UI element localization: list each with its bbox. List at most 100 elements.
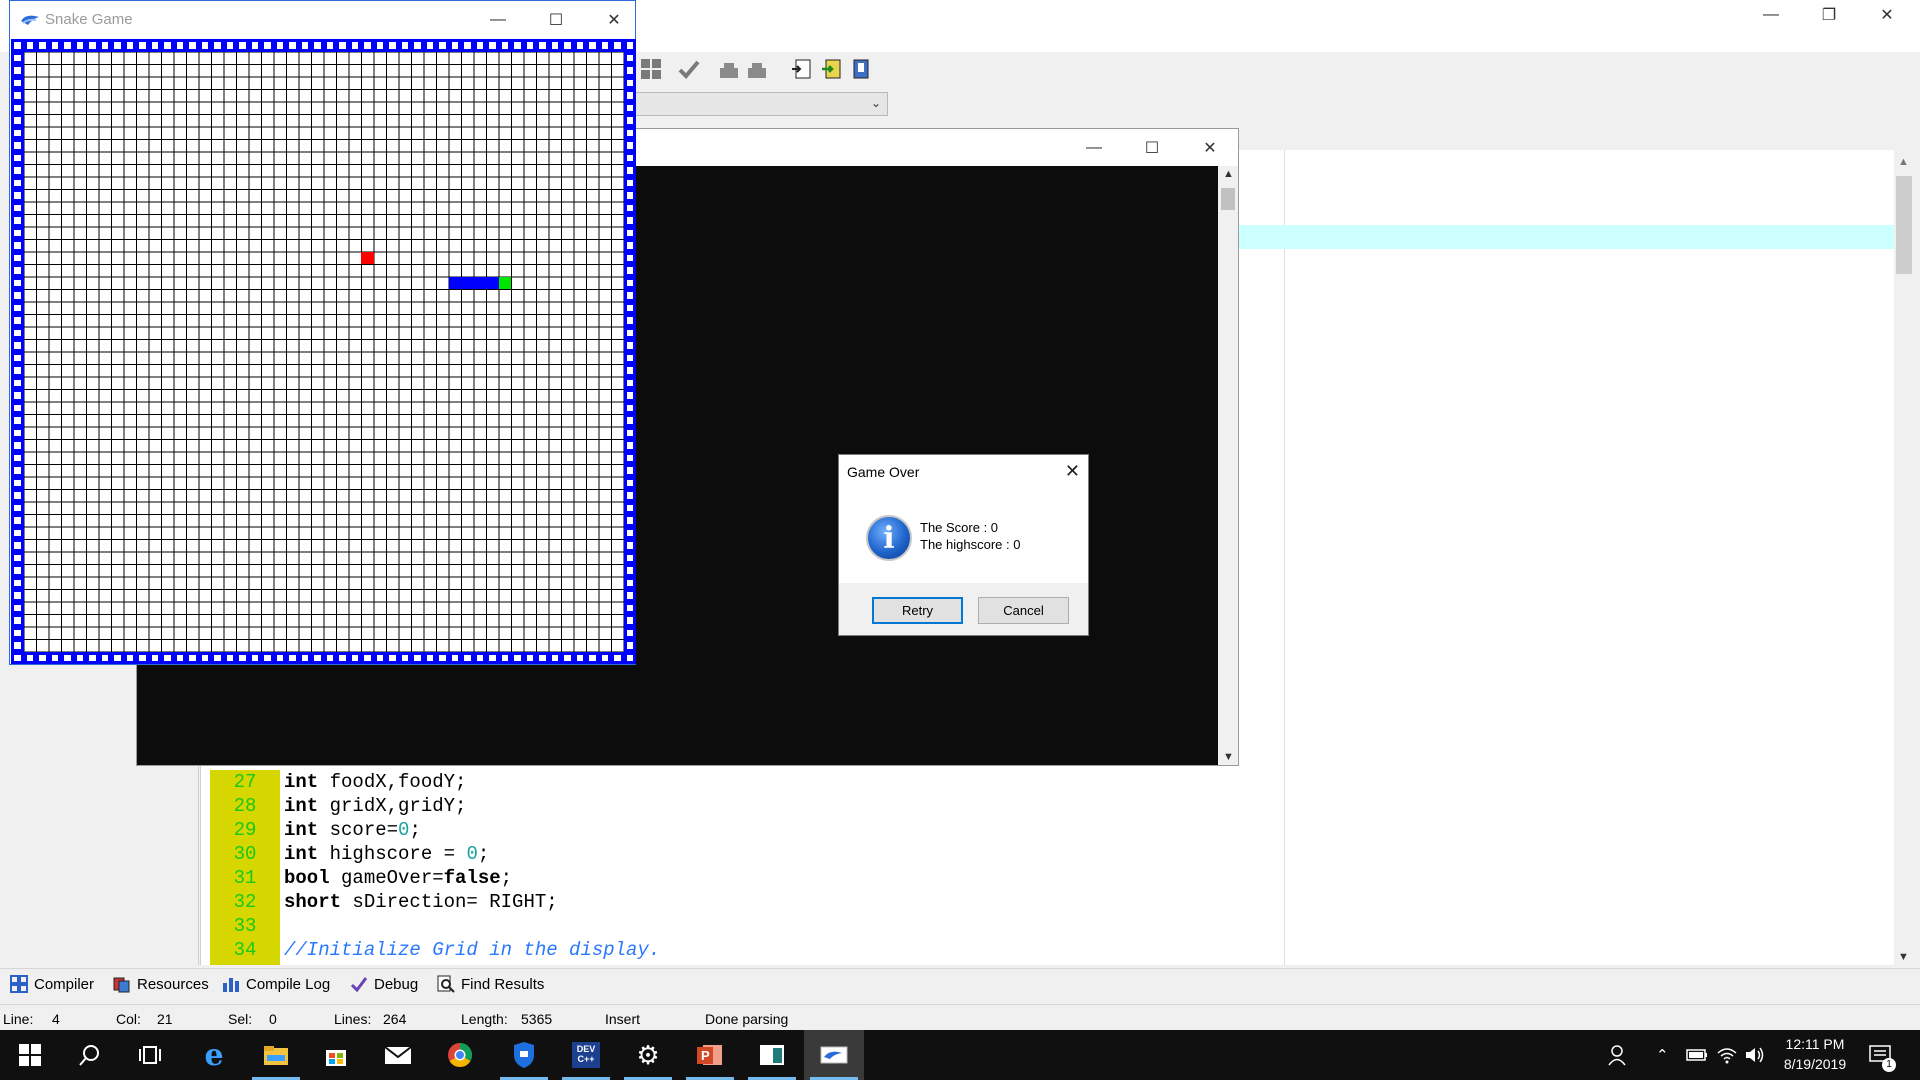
snake-window-title: Snake Game [45,11,133,28]
shield-icon[interactable] [494,1030,554,1080]
border-cell [11,601,24,614]
scroll-up-icon[interactable]: ▲ [1223,168,1234,180]
border-cell [623,114,636,127]
chrome-icon[interactable] [430,1030,490,1080]
console-close-button[interactable]: ✕ [1181,129,1239,166]
scroll-down-icon[interactable]: ▼ [1223,751,1234,763]
scroll-down-icon[interactable]: ▼ [1898,951,1909,963]
indent-icon[interactable] [788,56,814,82]
console-scrollbar[interactable]: ▲ ▼ [1218,166,1238,765]
gear-icon[interactable]: ⚙ [618,1030,678,1080]
snake-game-icon [21,15,39,25]
border-cell [198,39,211,52]
tab-resources[interactable]: Resources [113,973,209,995]
game-grid[interactable] [11,39,636,664]
file-explorer-icon[interactable] [246,1030,306,1080]
code-line[interactable]: 28 int gridX,gridY; [210,794,1110,818]
code-line[interactable]: 29 int score=0; [210,818,1110,842]
border-cell [336,651,349,664]
border-cell [11,501,24,514]
code-line[interactable]: 31 bool gameOver=false; [210,866,1110,890]
mail-icon[interactable] [368,1030,428,1080]
border-cell [623,226,636,239]
close-icon[interactable]: ✕ [1065,461,1080,482]
border-cell [586,651,599,664]
retry-button[interactable]: Retry [872,597,963,624]
line-number: 32 [233,891,257,913]
ide-minimize-button[interactable]: — [1742,0,1800,30]
find-icon [437,975,455,993]
app-window-icon[interactable] [742,1030,802,1080]
border-cell [511,651,524,664]
volume-icon[interactable] [1744,1030,1766,1080]
border-cell [86,39,99,52]
border-cell [86,651,99,664]
border-cell [348,651,361,664]
chevron-up-icon[interactable]: ⌃ [1656,1030,1669,1080]
code-line[interactable]: 30 int highscore = 0; [210,842,1110,866]
check-icon[interactable] [676,56,702,82]
powerpoint-icon[interactable]: P [680,1030,740,1080]
snake-minimize-button[interactable]: — [469,1,527,39]
snake-close-button[interactable]: ✕ [585,1,643,39]
task-view-icon[interactable] [120,1030,180,1080]
scroll-up-icon[interactable]: ▲ [1898,156,1909,168]
windows-start-icon[interactable] [0,1030,60,1080]
battery-icon[interactable] [1686,1030,1708,1080]
code-line[interactable]: 27 int foodX,foodY; [210,770,1110,794]
snake-game-taskbar-icon[interactable] [804,1030,864,1080]
snake-body-cell [473,276,486,289]
border-cell [11,476,24,489]
border-cell [436,39,449,52]
border-cell [148,651,161,664]
console-maximize-button[interactable]: ☐ [1123,129,1181,166]
tab-compile-log[interactable]: Compile Log [222,973,330,995]
border-cell [473,39,486,52]
border-cell [311,39,324,52]
border-cell [11,651,24,664]
code-line[interactable]: 34 //Initialize Grid in the display. [210,938,1110,962]
food-cell [361,251,374,264]
rebuild-icon[interactable] [744,56,770,82]
build-icon[interactable] [716,56,742,82]
tab-compile-log-label: Compile Log [246,975,331,993]
editor-scrollbar[interactable]: ▲ ▼ [1894,150,1914,965]
edge-icon[interactable]: e [184,1030,244,1080]
tab-compiler[interactable]: Compiler [10,973,94,995]
snake-maximize-button[interactable]: ☐ [527,1,585,39]
notification-icon[interactable]: 1 [1868,1030,1896,1080]
scroll-thumb[interactable] [1896,176,1912,274]
border-cell [136,651,149,664]
wifi-icon[interactable] [1716,1030,1738,1080]
taskbar-clock[interactable]: 12:11 PM 8/19/2019 [1770,1034,1860,1074]
line-number: 34 [233,939,257,961]
devcpp-icon[interactable]: DEV C++ [556,1030,616,1080]
console-minimize-button[interactable]: — [1065,129,1123,166]
console-scroll-thumb[interactable] [1221,188,1235,210]
border-cell [261,651,274,664]
ide-close-button[interactable]: ✕ [1858,0,1916,30]
grid-icon[interactable] [638,56,664,82]
ide-function-combo[interactable]: ⌄ [630,92,888,116]
border-cell [611,39,624,52]
status-col-value: 21 [157,1011,173,1027]
ide-restore-button[interactable]: ❐ [1800,0,1858,30]
people-icon[interactable] [1608,1030,1630,1080]
border-cell [623,289,636,302]
tab-debug[interactable]: Debug [350,973,418,995]
code-line[interactable]: 33 [210,914,1110,938]
border-cell [623,251,636,264]
border-cell [623,101,636,114]
bottom-tabs: Compiler Resources Compile Log Debug Fin… [0,968,1920,999]
border-cell [148,39,161,52]
border-cell [623,576,636,589]
score-line: The Score : 0 [920,520,999,535]
unindent-icon[interactable] [818,56,844,82]
store-icon[interactable] [306,1030,366,1080]
toggle-icon[interactable] [848,56,874,82]
tab-find-results[interactable]: Find Results [437,973,544,995]
code-line[interactable]: 32 short sDirection= RIGHT; [210,890,1110,914]
cancel-button[interactable]: Cancel [978,597,1069,624]
code-text: int gridX,gridY; [284,795,467,817]
search-icon[interactable] [60,1030,120,1080]
